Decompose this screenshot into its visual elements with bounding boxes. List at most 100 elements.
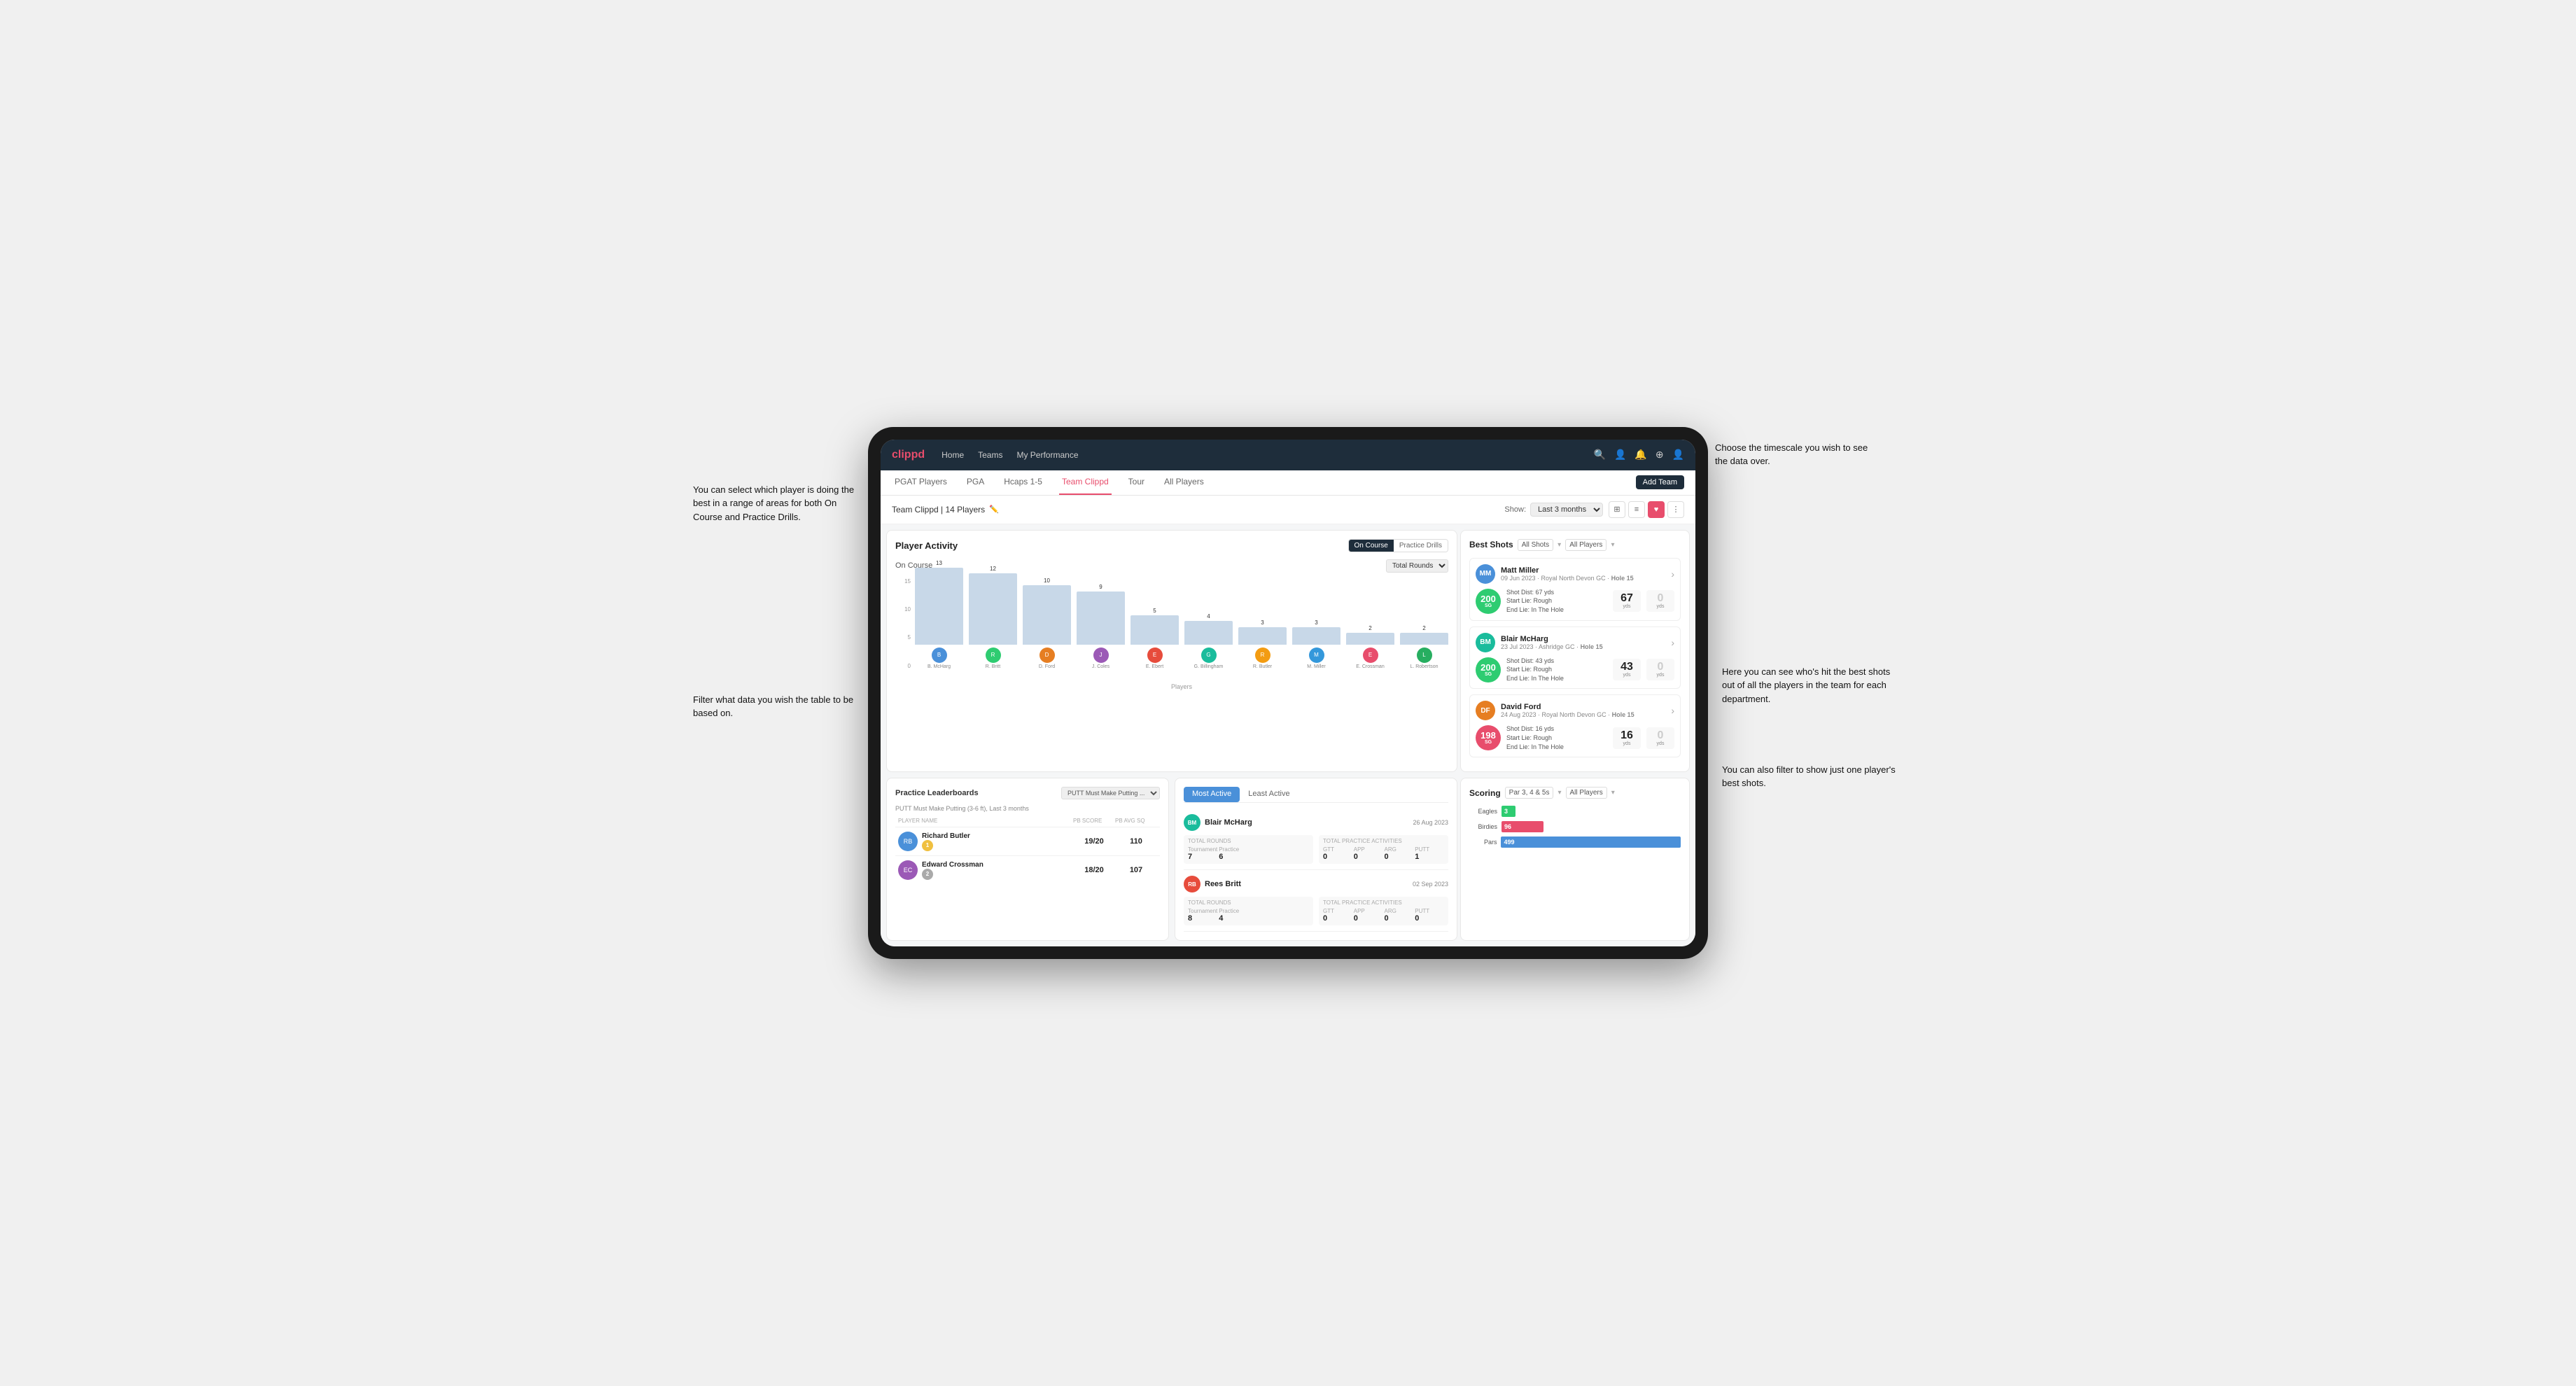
nav-link-home[interactable]: Home (941, 450, 964, 460)
lb-subtitle: PUTT Must Make Putting (3-6 ft), Last 3 … (895, 805, 1160, 812)
show-label: Show: (1504, 505, 1526, 514)
page-wrapper: Choose the timescale you wish to see the… (868, 427, 1708, 959)
annotation-right-middle: Here you can see who's hit the best shot… (1722, 665, 1897, 706)
best-shots-title: Best Shots (1469, 540, 1513, 550)
annotation-right-bottom: You can also filter to show just one pla… (1722, 763, 1897, 790)
heart-view-btn[interactable]: ♥ (1648, 501, 1665, 518)
bar-5 (1184, 621, 1233, 645)
bar-group-3: 9 J J. Coles (1077, 584, 1125, 669)
bell-icon-btn[interactable]: 🔔 (1634, 449, 1646, 461)
nav-logo: clippd (892, 449, 925, 461)
search-icon-btn[interactable]: 🔍 (1594, 449, 1606, 461)
toggle-on-course[interactable]: On Course (1349, 540, 1394, 552)
apc-rounds-block-2: Total Rounds Tournament8 Practice4 (1184, 897, 1313, 925)
plus-icon-btn[interactable]: ⊕ (1656, 449, 1664, 461)
edit-icon[interactable]: ✏️ (989, 505, 999, 514)
shot-badge-num-1: 200 (1480, 594, 1496, 603)
bar-avatar-0: B (932, 648, 947, 663)
list-view-btn[interactable]: ≡ (1628, 501, 1645, 518)
top-nav: clippd Home Teams My Performance 🔍 👤 🔔 ⊕… (881, 440, 1695, 470)
user-icon-btn[interactable]: 👤 (1672, 449, 1684, 461)
apc-name-1: Blair McHarg (1205, 818, 1252, 827)
apc-stats-1: Total Rounds Tournament 7 Practice (1184, 835, 1448, 864)
tab-pga[interactable]: PGA (964, 470, 987, 495)
timescale-select[interactable]: Last 3 months Last month Last 6 months L… (1530, 503, 1603, 517)
chevron-shots: ▾ (1558, 541, 1561, 549)
tab-most-active[interactable]: Most Active (1184, 787, 1240, 802)
bar-label-5: G. Billingham (1194, 664, 1224, 669)
scoring-row-eagles: Eagles 3 (1469, 806, 1681, 817)
bar-4 (1130, 615, 1179, 645)
bar-label-1: R. Britt (986, 664, 1000, 669)
add-team-button[interactable]: Add Team (1636, 475, 1684, 489)
people-icon-btn[interactable]: 👤 (1614, 449, 1626, 461)
lb-player-info-1: Richard Butler 1 (922, 832, 970, 851)
shot-chevron-2[interactable]: › (1671, 637, 1674, 648)
bar-value-8: 2 (1368, 625, 1371, 631)
apc-stats-2: Total Rounds Tournament8 Practice4 Total… (1184, 897, 1448, 925)
tab-team-clippd[interactable]: Team Clippd (1059, 470, 1112, 495)
nav-link-myperformance[interactable]: My Performance (1016, 450, 1078, 460)
lb-rank-1: 1 (922, 840, 933, 851)
lb-player-1: RB Richard Butler 1 (898, 832, 1073, 851)
all-shots-filter[interactable]: All Shots (1518, 539, 1553, 551)
bar-group-0: 13 B B. McHarg (915, 560, 963, 669)
shot-stat-3b: 0 yds (1646, 727, 1674, 749)
tab-least-active[interactable]: Least Active (1240, 787, 1298, 802)
view-icons: ⊞ ≡ ♥ ⋮ (1609, 501, 1684, 518)
lb-select[interactable]: PUTT Must Make Putting ... (1061, 787, 1160, 799)
grid-view-btn[interactable]: ⊞ (1609, 501, 1625, 518)
player-avatar-df: DF (1476, 701, 1495, 720)
lb-rank-2: 2 (922, 869, 933, 880)
bar-group-2: 10 D D. Ford (1023, 578, 1071, 669)
bar-label-3: J. Coles (1092, 664, 1110, 669)
tab-tour[interactable]: Tour (1126, 470, 1147, 495)
shot-badge-label-1: SG (1485, 603, 1492, 608)
scoring-label-birdies: Birdies (1469, 823, 1497, 830)
bar-avatar-3: J (1093, 648, 1109, 663)
player-info-mm: Matt Miller 09 Jun 2023 · Royal North De… (1501, 566, 1671, 582)
tab-hcaps[interactable]: Hcaps 1-5 (1001, 470, 1045, 495)
player-activity-panel: Player Activity On Course Practice Drill… (886, 530, 1457, 772)
shot-card-1: MM Matt Miller 09 Jun 2023 · Royal North… (1469, 558, 1681, 621)
panel-header: Player Activity On Course Practice Drill… (895, 539, 1448, 552)
shot-badge-num-3: 198 (1480, 731, 1496, 740)
lb-avatar-1: RB (898, 832, 918, 851)
shot-stat-2a: 43 yds (1613, 659, 1641, 680)
tab-all-players[interactable]: All Players (1161, 470, 1207, 495)
shot-card-1-header: MM Matt Miller 09 Jun 2023 · Royal North… (1476, 564, 1674, 584)
lb-player-name-1: Richard Butler (922, 832, 970, 840)
all-players-filter[interactable]: All Players (1565, 539, 1606, 551)
apc-rounds-grid-1: Tournament 7 Practice 6 (1188, 846, 1309, 861)
par-filter[interactable]: Par 3, 4 & 5s (1505, 787, 1554, 799)
apc-activities-block-1: Total Practice Activities GTT0 APP0 ARG0… (1319, 835, 1448, 864)
shot-chevron-1[interactable]: › (1671, 568, 1674, 580)
rounds-dropdown[interactable]: Total Rounds Fairways Hit GIR (1386, 559, 1448, 573)
lb-col-pb-avg: PB AVG SQ (1115, 818, 1157, 824)
y-tick-5: 5 (908, 634, 911, 640)
filter-view-btn[interactable]: ⋮ (1667, 501, 1684, 518)
nav-link-teams[interactable]: Teams (978, 450, 1002, 460)
bar-value-1: 12 (990, 566, 996, 572)
activity-tabs: Most Active Least Active (1184, 787, 1448, 803)
apc-date-2: 02 Sep 2023 (1413, 881, 1448, 888)
bar-value-6: 3 (1261, 620, 1264, 626)
player-meta-bm: 23 Jul 2023 · Ashridge GC · Hole 15 (1501, 643, 1671, 650)
shot-stat-1a: 67 yds (1613, 590, 1641, 612)
bar-value-4: 5 (1153, 608, 1156, 614)
shot-badge-3: 198 SG (1476, 725, 1501, 750)
annotation-left-top: You can select which player is doing the… (693, 483, 861, 524)
annotation-top-right: Choose the timescale you wish to see the… (1715, 441, 1876, 468)
tab-pgat-players[interactable]: PGAT Players (892, 470, 950, 495)
scoring-players-filter[interactable]: All Players (1566, 787, 1607, 799)
toggle-practice[interactable]: Practice Drills (1394, 540, 1448, 552)
scoring-bar-pars: 499 (1501, 836, 1681, 848)
bar-label-8: E. Crossman (1356, 664, 1384, 669)
shot-badge-label-3: SG (1485, 740, 1492, 745)
lb-score-2: 18/20 (1073, 866, 1115, 874)
shot-info-2: Shot Dist: 43 yds Start Lie: Rough End L… (1506, 657, 1607, 683)
shot-card-3: DF David Ford 24 Aug 2023 · Royal North … (1469, 694, 1681, 757)
shot-chevron-3[interactable]: › (1671, 705, 1674, 716)
y-tick-15: 15 (904, 578, 911, 584)
apc-rounds-grid-2: Tournament8 Practice4 (1188, 908, 1309, 923)
